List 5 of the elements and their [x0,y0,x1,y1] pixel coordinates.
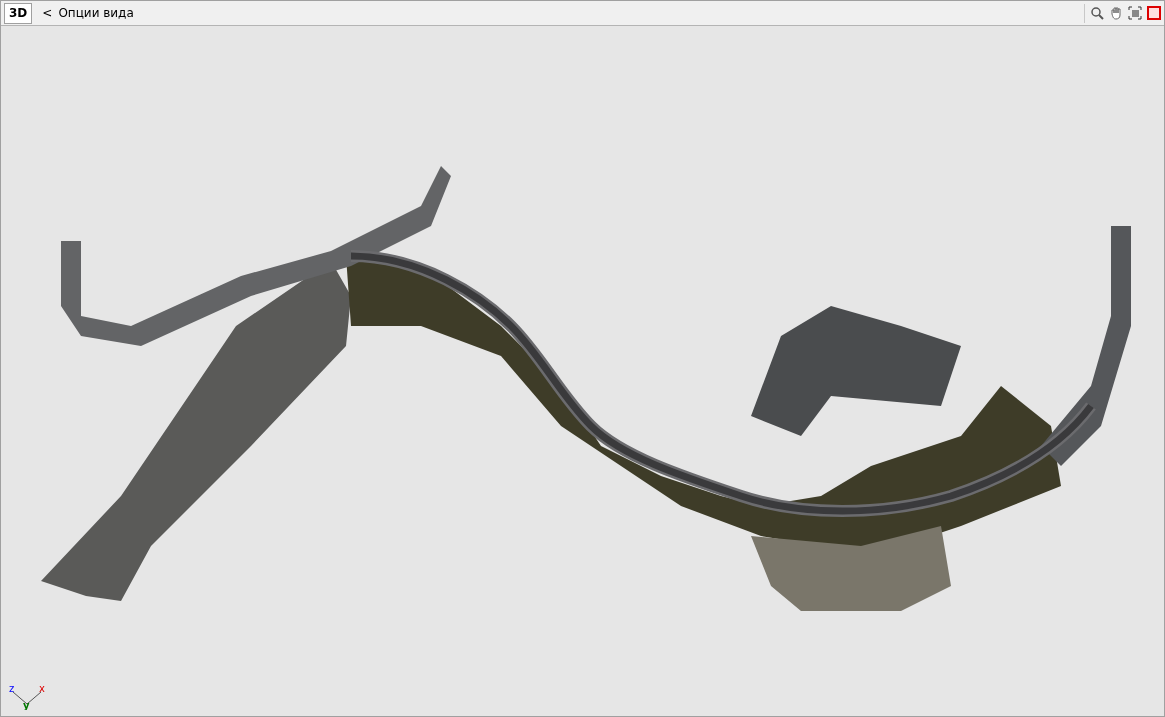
back-button[interactable]: < [38,6,53,20]
view-mode-button[interactable]: 3D [4,2,33,24]
view-options-title: Опции вида [58,6,134,20]
maximize-icon[interactable] [1145,3,1162,23]
fit-view-icon[interactable] [1126,3,1143,23]
